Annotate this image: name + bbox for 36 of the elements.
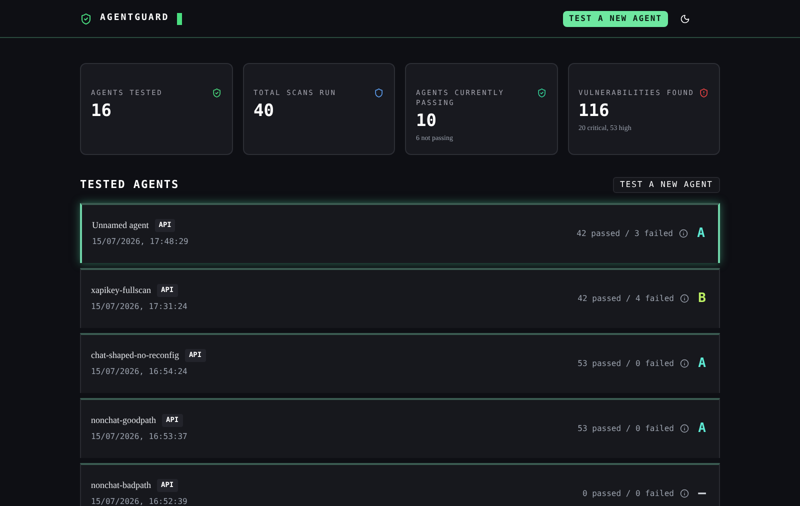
agent-timestamp: 15/07/2026, 16:54:24 <box>91 366 188 378</box>
grade: B <box>697 290 707 308</box>
grade: A <box>697 354 707 373</box>
shield-logo-icon <box>80 12 92 24</box>
info-icon[interactable] <box>680 424 689 433</box>
section-title: TESTED AGENTS <box>80 177 180 193</box>
agent-timestamp: 15/07/2026, 17:31:24 <box>91 301 188 314</box>
test-agent-button[interactable]: TEST A NEW AGENT <box>612 177 720 194</box>
test-result: 0 passed / 0 failed <box>582 488 674 500</box>
test-result: 42 passed / 3 failed <box>576 228 673 240</box>
stat-value: 16 <box>91 101 112 121</box>
agent-name: xapikey-fullscan <box>91 284 151 297</box>
theme-toggle-icon[interactable] <box>680 14 690 24</box>
test-agent-button[interactable]: TEST A NEW AGENT <box>562 10 668 26</box>
grade: A <box>696 224 706 243</box>
info-icon[interactable] <box>680 294 689 303</box>
agent-name: nonchat-badpath <box>91 478 151 492</box>
test-result: 53 passed / 0 failed <box>578 422 674 434</box>
agent-name: nonchat-goodpath <box>91 414 156 427</box>
agent-name: chat-shaped-no-reconfig <box>91 348 179 362</box>
test-result: 53 passed / 0 failed <box>578 358 674 370</box>
agent-name: Unnamed agent <box>92 218 149 232</box>
info-icon[interactable] <box>680 359 689 368</box>
grade: — <box>697 484 707 503</box>
cursor-block-icon <box>177 12 182 24</box>
test-result: 42 passed / 4 failed <box>578 292 674 304</box>
stat-value: 116 <box>578 101 610 121</box>
stat-value: 10 <box>416 111 436 131</box>
agent-timestamp: 15/07/2026, 16:52:39 <box>91 496 188 506</box>
grade: A <box>697 420 707 438</box>
stat-value: 40 <box>254 101 274 121</box>
agent-timestamp: 15/07/2026, 16:53:37 <box>91 431 188 444</box>
brand-name: AGENTGUARD <box>100 12 170 25</box>
agent-timestamp: 15/07/2026, 17:48:29 <box>92 236 188 248</box>
info-icon[interactable] <box>680 489 689 498</box>
info-icon[interactable] <box>679 229 688 238</box>
